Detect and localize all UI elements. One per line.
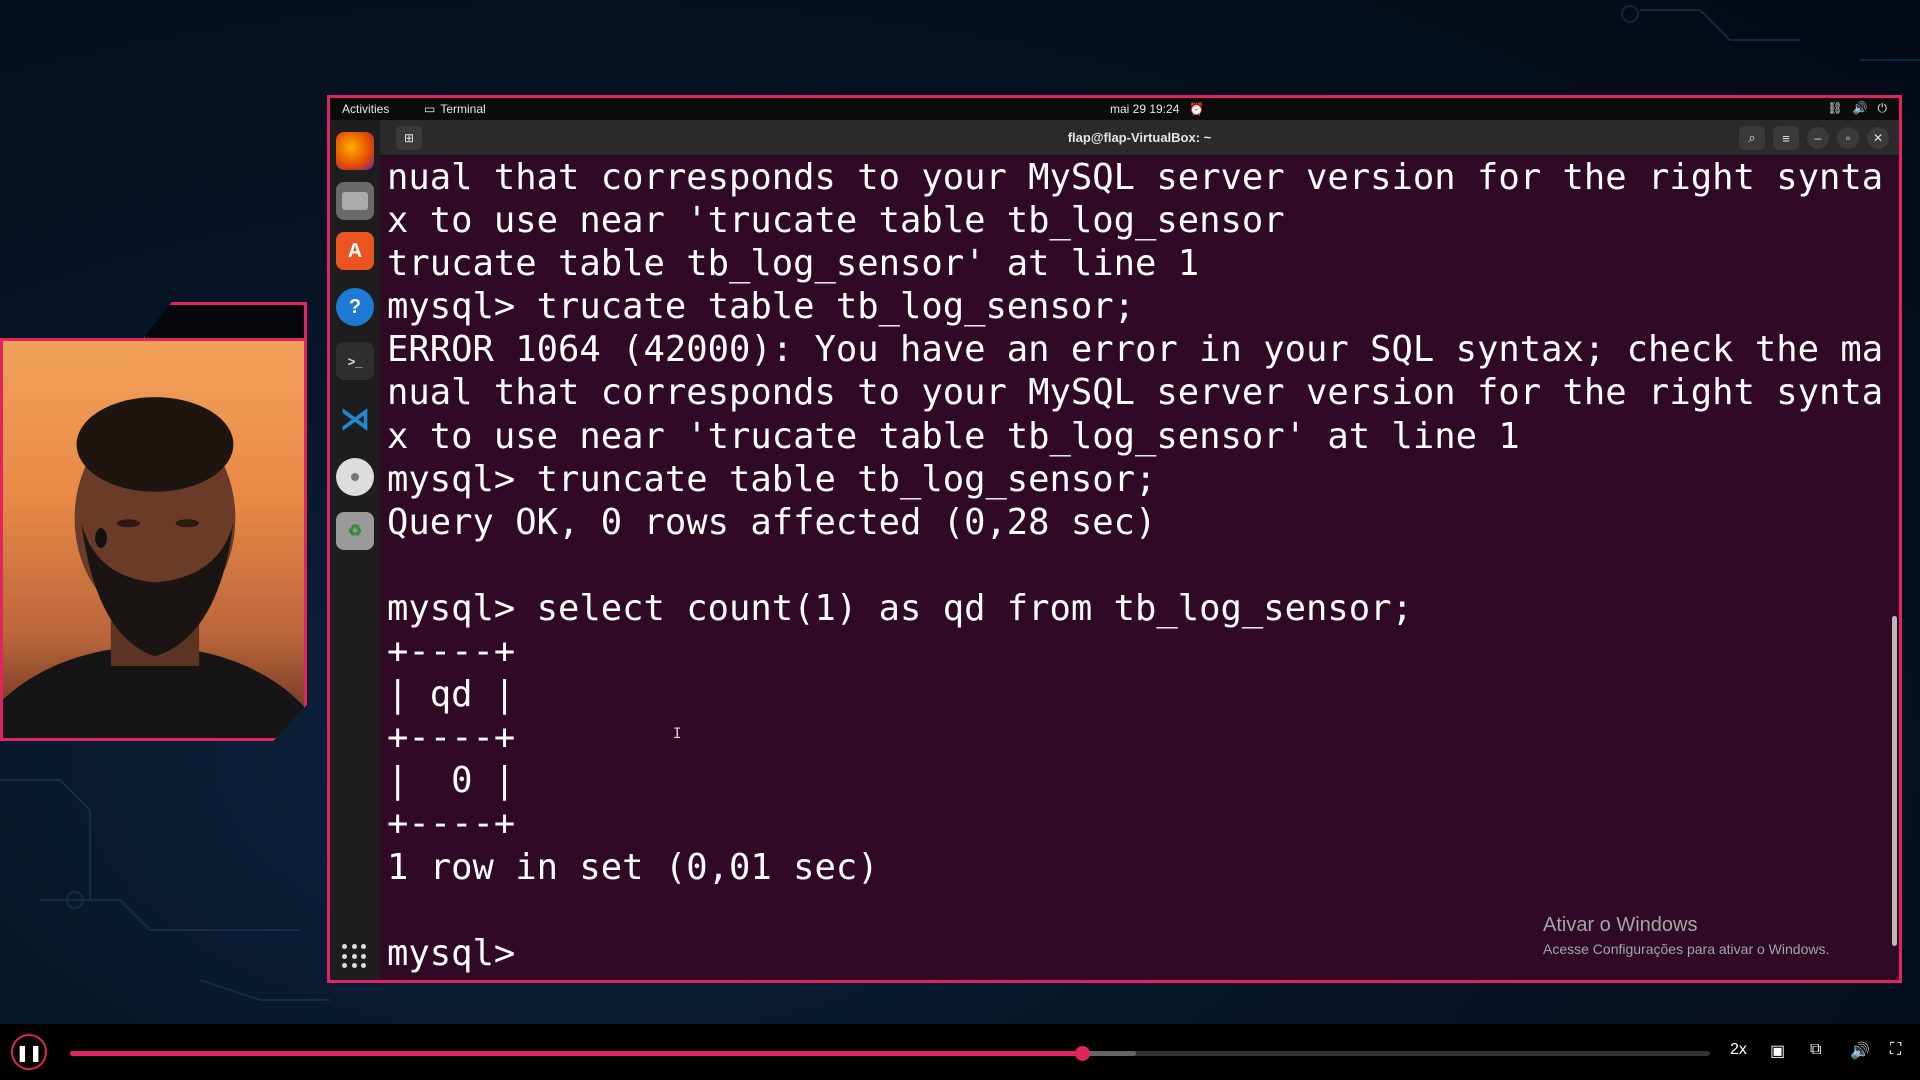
- terminal-line: x to use near 'trucate table tb_log_sens…: [387, 200, 1285, 242]
- watermark-title: Ativar o Windows: [1543, 914, 1698, 936]
- pause-icon: ❚❚: [15, 1042, 43, 1062]
- hamburger-icon: ≡: [1782, 130, 1790, 146]
- terminal-scrollbar[interactable]: [1892, 616, 1897, 946]
- search-button[interactable]: ⌕: [1739, 126, 1765, 150]
- close-button[interactable]: ✕: [1867, 127, 1889, 149]
- minimize-icon: –: [1814, 131, 1822, 145]
- progress-bar[interactable]: [70, 1046, 1710, 1061]
- terminal-line: nual that corresponds to your MySQL serv…: [387, 157, 1884, 198]
- terminal-line: mysql> select count(1) as qd from tb_log…: [387, 587, 1413, 629]
- gnome-top-bar: Activities ▭ Terminal mai 29 19:24 ⏰ ⛓ 🔊…: [330, 98, 1899, 120]
- terminal-line: 1 row in set (0,01 sec): [387, 846, 879, 888]
- system-tray[interactable]: ⛓ 🔊 ⏻: [1827, 101, 1887, 116]
- terminal-text-area[interactable]: nual that corresponds to your MySQL serv…: [387, 156, 1884, 975]
- search-icon: ⌕: [1748, 130, 1756, 145]
- virtual-machine-screen: Activities ▭ Terminal mai 29 19:24 ⏰ ⛓ 🔊…: [327, 95, 1902, 983]
- app-menu[interactable]: ▭ Terminal: [424, 102, 486, 116]
- terminal-line: +----+: [387, 803, 516, 845]
- windows-activation-watermark: Ativar o Windows Acesse Configurações pa…: [1543, 914, 1829, 957]
- terminal-line: mysql> truncate table tb_log_sensor;: [387, 458, 1157, 500]
- maximize-icon: ▫: [1845, 131, 1851, 145]
- terminal-icon[interactable]: >_: [336, 342, 374, 380]
- files-icon[interactable]: [336, 182, 374, 220]
- terminal-line: Query OK, 0 rows affected (0,28 sec): [387, 501, 1157, 543]
- trash-icon[interactable]: ♻: [336, 512, 374, 550]
- disc-icon[interactable]: [336, 458, 374, 496]
- app-center-icon[interactable]: A: [336, 232, 374, 270]
- firefox-icon[interactable]: [336, 132, 374, 170]
- terminal-header-bar: ⊞ flap@flap-VirtualBox: ~ ⌕ ≡ – ▫ ✕: [380, 120, 1899, 156]
- terminal-title: flap@flap-VirtualBox: ~: [1067, 130, 1212, 145]
- picture-in-picture-icon[interactable]: ⧉: [1810, 1041, 1821, 1059]
- clock-menu[interactable]: mai 29 19:24 ⏰: [1110, 102, 1204, 116]
- menu-button[interactable]: ≡: [1773, 126, 1799, 150]
- terminal-line: | 0 |: [387, 760, 516, 802]
- progress-handle[interactable]: [1074, 1046, 1090, 1061]
- show-applications-icon[interactable]: [342, 944, 368, 970]
- maximize-button[interactable]: ▫: [1837, 127, 1859, 149]
- ubuntu-dock: A ? >_ ⋊ ♻: [330, 120, 380, 980]
- close-icon: ✕: [1872, 131, 1884, 145]
- terminal-line: x to use near 'trucate table tb_log_sens…: [387, 415, 1520, 457]
- terminal-line: trucate table tb_log_sensor' at line 1: [387, 243, 1200, 285]
- mouse-ibeam-cursor: I: [673, 726, 682, 742]
- watermark-subtitle: Acesse Configurações para ativar o Windo…: [1543, 941, 1830, 957]
- power-icon: ⏻: [1877, 101, 1888, 115]
- help-icon[interactable]: ?: [336, 288, 374, 326]
- network-icon: ⛓: [1827, 101, 1843, 115]
- terminal-line: mysql> trucate table tb_log_sensor;: [387, 286, 1136, 328]
- terminal-line: | qd |: [387, 674, 516, 716]
- terminal-line: ERROR 1064 (42000): You have an error in…: [387, 329, 1884, 371]
- alarm-icon: ⏰: [1189, 102, 1205, 116]
- presenter-image: [3, 397, 304, 738]
- clock-label: mai 29 19:24: [1110, 102, 1180, 116]
- terminal-line: +----+: [387, 631, 516, 673]
- webcam-frame-tab: [142, 302, 307, 340]
- subtitles-icon[interactable]: ▣: [1770, 1041, 1785, 1061]
- terminal-line: +----+: [387, 717, 516, 759]
- vscode-icon[interactable]: ⋊: [336, 400, 374, 438]
- volume-icon[interactable]: 🔊: [1850, 1041, 1870, 1061]
- terminal-output[interactable]: nual that corresponds to your MySQL serv…: [380, 156, 1899, 980]
- activities-button[interactable]: Activities: [342, 102, 389, 116]
- pause-button[interactable]: ❚❚: [11, 1034, 47, 1070]
- minimize-button[interactable]: –: [1807, 127, 1829, 149]
- playback-speed-button[interactable]: 2x: [1730, 1041, 1747, 1059]
- progress-fill: [70, 1051, 1082, 1056]
- webcam-video: [0, 338, 307, 741]
- fullscreen-icon[interactable]: ⛶: [1890, 1041, 1901, 1059]
- volume-icon: 🔊: [1852, 101, 1868, 115]
- video-player-controls: ❚❚ 2x ▣ ⧉ 🔊 ⛶: [0, 1024, 1920, 1080]
- terminal-small-icon: ▭: [424, 102, 436, 116]
- app-menu-label: Terminal: [440, 102, 486, 116]
- terminal-line: nual that corresponds to your MySQL serv…: [387, 372, 1884, 414]
